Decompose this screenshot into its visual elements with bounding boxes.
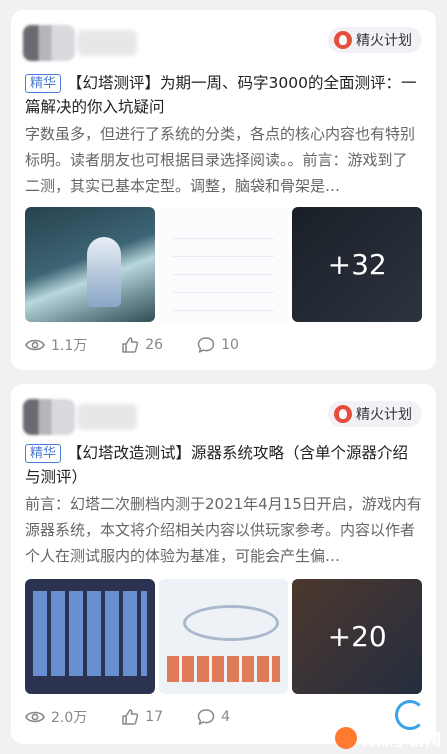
author-name[interactable] (77, 404, 137, 430)
comment-button[interactable]: 10 (197, 336, 239, 354)
thumbs-up-icon (122, 709, 139, 725)
watermark: 奇点手游网 (334, 726, 441, 750)
post-image[interactable] (158, 579, 289, 694)
post-title[interactable]: 精华 【幻塔测评】为期一周、码字3000的全面测评：一篇解决的你入坑疑问 (25, 71, 422, 119)
featured-tag: 精华 (25, 74, 62, 93)
image-grid: +32 (25, 207, 423, 322)
eye-icon (25, 339, 45, 351)
post-card[interactable]: 精火计划 精华 【幻塔测评】为期一周、码字3000的全面测评：一篇解决的你入坑疑问… (11, 10, 436, 370)
comment-button[interactable]: 4 (197, 708, 230, 726)
comments-count: 10 (221, 337, 239, 353)
more-images-count: +20 (292, 579, 423, 694)
program-badge: 精火计划 (328, 27, 422, 53)
watermark-logo-icon (334, 727, 357, 749)
post-image[interactable] (158, 207, 289, 322)
comments-count: 4 (221, 709, 231, 725)
like-button[interactable]: 17 (121, 708, 163, 726)
post-excerpt[interactable]: 字数虽多，但进行了系统的分类，各点的核心内容也有特别标明。读者朋友也可根据目录选… (25, 121, 422, 199)
like-button[interactable]: 26 (121, 336, 163, 354)
image-grid: +20 (25, 579, 423, 694)
post-excerpt[interactable]: 前言：幻塔二次删档内测于2021年4月15日开启，游戏内有源器系统，本文将介绍相… (25, 491, 422, 569)
post-image[interactable]: +20 (292, 579, 423, 694)
views-count: 1.1万 (51, 338, 88, 354)
avatar[interactable] (23, 399, 75, 435)
author-name[interactable] (77, 30, 137, 56)
views-count: 2.0万 (51, 710, 88, 726)
views-stat: 1.1万 (25, 335, 87, 355)
badge-label: 精火计划 (356, 33, 412, 49)
flame-icon (334, 405, 352, 423)
flame-icon (334, 31, 352, 49)
likes-count: 17 (145, 709, 164, 725)
eye-icon (25, 711, 45, 723)
program-badge: 精火计划 (328, 401, 422, 427)
thumbs-up-icon (122, 337, 139, 353)
avatar[interactable] (23, 25, 75, 61)
comment-icon (197, 709, 215, 725)
post-image[interactable] (25, 207, 155, 322)
comment-icon (197, 337, 215, 353)
post-title-text: 【幻塔测评】为期一周、码字3000的全面测评：一篇解决的你入坑疑问 (25, 74, 417, 116)
views-stat: 2.0万 (25, 707, 87, 727)
post-image[interactable]: +32 (292, 207, 423, 322)
badge-label: 精火计划 (356, 407, 412, 423)
post-stats: 1.1万 26 10 (25, 333, 422, 357)
post-title-text: 【幻塔改造测试】源器系统攻略（含单个源器介绍与测评） (25, 444, 409, 486)
watermark-text: 奇点手游网 (360, 730, 441, 749)
more-images-count: +32 (292, 207, 423, 322)
featured-tag: 精华 (25, 444, 62, 463)
likes-count: 26 (145, 337, 164, 353)
post-card[interactable]: 精火计划 精华 【幻塔改造测试】源器系统攻略（含单个源器介绍与测评） 前言：幻塔二… (11, 384, 436, 744)
post-title[interactable]: 精华 【幻塔改造测试】源器系统攻略（含单个源器介绍与测评） (25, 441, 422, 489)
post-image[interactable] (25, 579, 155, 694)
